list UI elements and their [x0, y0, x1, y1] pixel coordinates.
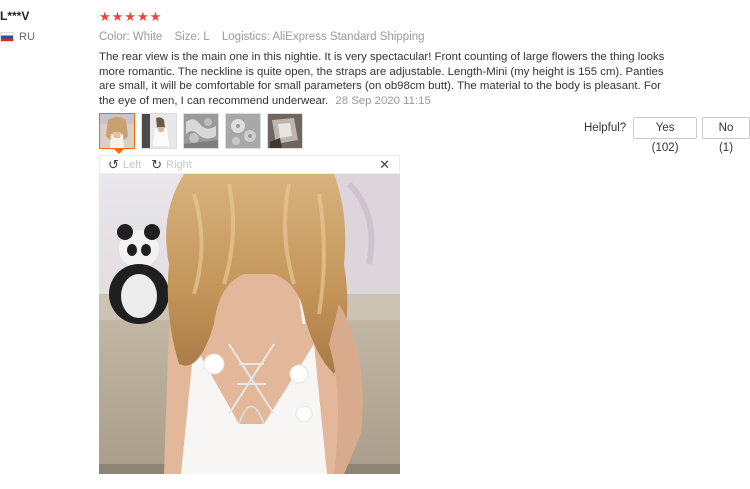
enlarged-review-photo: [99, 174, 400, 474]
helpful-label: Helpful?: [584, 122, 627, 134]
logistics-label: Logistics:: [221, 31, 270, 43]
rotate-right-icon: ↻: [151, 157, 163, 172]
review-text-block: The rear view is the main one in this ni…: [99, 50, 679, 108]
rotate-left-icon: ↺: [108, 157, 119, 172]
russia-flag-icon: [0, 32, 14, 42]
size-value: L: [203, 31, 210, 43]
close-icon[interactable]: ✕: [379, 157, 390, 173]
helpful-yes-button[interactable]: Yes (102): [633, 117, 698, 154]
rotate-left-label: Left: [122, 158, 142, 171]
thumbnail-photo-back-view[interactable]: [99, 113, 135, 149]
star-rating: ★ ★ ★ ★ ★: [99, 9, 679, 25]
active-thumbnail-pointer: [114, 149, 124, 154]
star-icon: ★: [124, 9, 136, 24]
thumbnail-photo-packaging[interactable]: [267, 113, 303, 149]
rotate-right-button[interactable]: ↻ Right: [151, 158, 192, 171]
color-value: White: [132, 31, 163, 43]
image-viewer-toolbar: ↺ Left ↻ Right ✕: [99, 155, 400, 174]
logistics-value: AliExpress Standard Shipping: [272, 31, 425, 43]
rotate-left-button[interactable]: ↺ Left: [108, 158, 141, 171]
thumbnail-photo-front-view[interactable]: [141, 113, 177, 149]
country-code: RU: [19, 31, 35, 43]
rotate-right-label: Right: [166, 158, 192, 171]
review-date: 28 Sep 2020 11:15: [335, 94, 431, 107]
helpful-no-button[interactable]: No (1): [702, 117, 750, 154]
color-label: Color:: [99, 31, 130, 43]
order-attributes: Color: White Size: L Logistics: AliExpre…: [99, 29, 679, 45]
review-content: ★ ★ ★ ★ ★ Color: White Size: L Logistics…: [99, 9, 679, 108]
thumbnail-photo-lace-detail-1[interactable]: [183, 113, 219, 149]
reviewer-name: L***V: [0, 9, 30, 23]
thumbnail-photo-lace-detail-2[interactable]: [225, 113, 261, 149]
star-icon: ★: [136, 9, 149, 24]
size-label: Size:: [174, 31, 201, 43]
star-icon: ★: [149, 9, 162, 24]
star-icon: ★: [99, 9, 111, 24]
photo-thumbnails: [99, 113, 303, 149]
star-icon: ★: [111, 9, 124, 24]
reviewer-country: RU: [0, 31, 35, 43]
helpful-vote: Helpful? Yes (102) No (1): [584, 117, 750, 154]
